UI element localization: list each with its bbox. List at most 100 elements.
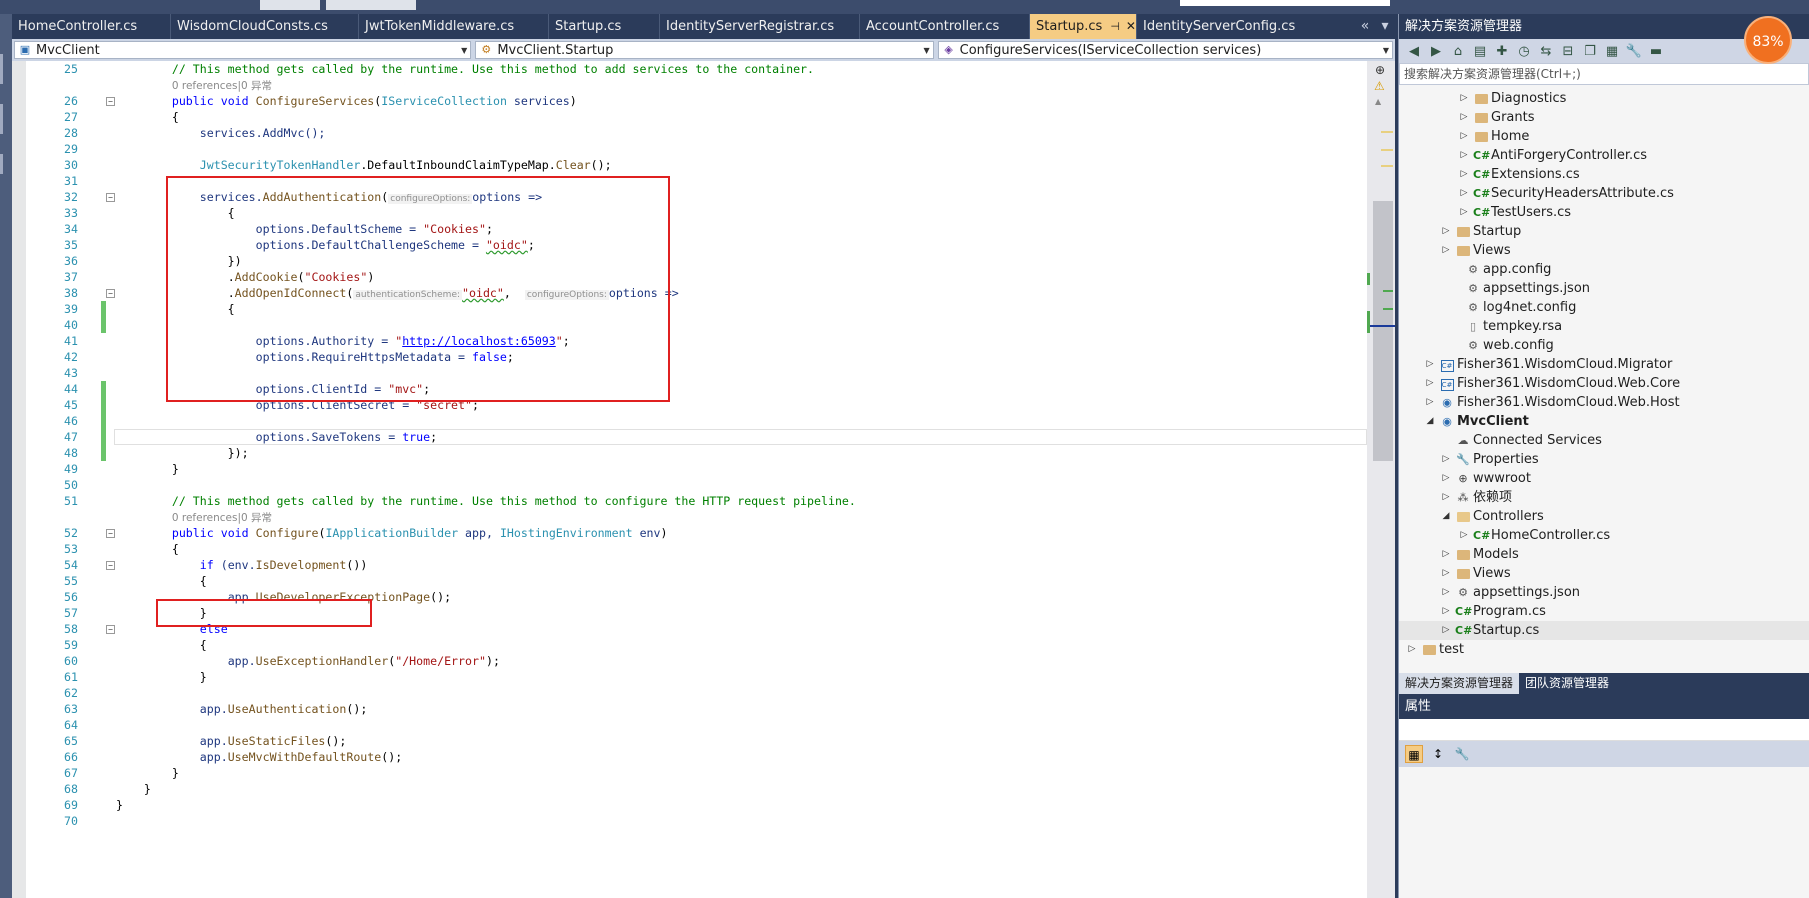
- left-strip-marker[interactable]: [0, 54, 3, 84]
- tree-item-extensions[interactable]: ▷ C# Extensions.cs: [1399, 165, 1809, 184]
- tree-item-controllers[interactable]: ◢ Controllers: [1399, 507, 1809, 526]
- tab-jwttokenmiddleware[interactable]: JwtTokenMiddleware.cs: [359, 14, 549, 39]
- code-line: 51 // This method gets called by the run…: [64, 494, 856, 508]
- tree-item-diagnostics[interactable]: ▷ Diagnostics: [1399, 89, 1809, 108]
- split-icon[interactable]: ⊕: [1375, 63, 1385, 77]
- tree-item-views-mvc[interactable]: ▷ Views: [1399, 564, 1809, 583]
- collapse-icon[interactable]: −: [106, 625, 115, 634]
- csharp-file-icon: C#: [1473, 149, 1491, 162]
- glyph-margin[interactable]: [12, 61, 26, 898]
- tree-item-startup-folder[interactable]: ▷ Startup: [1399, 222, 1809, 241]
- warning-icon[interactable]: ⚠: [1374, 79, 1385, 93]
- tree-item-antiforgerycontroller[interactable]: ▷ C# AntiForgeryController.cs: [1399, 146, 1809, 165]
- tab-controls: « ▾: [1355, 14, 1395, 39]
- code-editor[interactable]: 25 // This method gets called by the run…: [12, 61, 1367, 898]
- tab-overflow-icon[interactable]: «: [1355, 14, 1375, 39]
- expand-icon: ▷: [1426, 397, 1434, 407]
- collapse-all-icon[interactable]: ⊟: [1559, 44, 1577, 59]
- show-all-files-icon[interactable]: ❐: [1581, 44, 1599, 59]
- tab-startup-other[interactable]: Startup.cs: [549, 14, 660, 39]
- left-strip-marker[interactable]: [0, 104, 3, 134]
- tree-item-startup-selected[interactable]: ▷ C# Startup.cs: [1399, 621, 1809, 640]
- collapse-icon[interactable]: −: [106, 289, 115, 298]
- code-line: 63 app.UseAuthentication();: [64, 702, 368, 716]
- tab-wisdomcloudconsts[interactable]: WisdomCloudConsts.cs: [171, 14, 359, 39]
- tab-startup-active[interactable]: Startup.cs ⊣ ✕: [1030, 14, 1137, 39]
- collapse-icon[interactable]: −: [106, 193, 115, 202]
- code-line-current: 47 options.SaveTokens = true;: [26, 429, 1367, 445]
- code-line: 48 });: [64, 445, 249, 461]
- codelens[interactable]: 0 references|0 异常: [172, 80, 272, 92]
- solution-search-input[interactable]: 搜索解决方案资源管理器(Ctrl+;): [1399, 63, 1809, 85]
- authority-link[interactable]: http://localhost:65093: [402, 334, 556, 348]
- switch-views-icon[interactable]: ▤: [1471, 44, 1489, 59]
- tree-item-web-core[interactable]: ▷ C# Fisher361.WisdomCloud.Web.Core: [1399, 374, 1809, 393]
- scrollbar-thumb[interactable]: [1373, 201, 1393, 461]
- tree-item-grants[interactable]: ▷ Grants: [1399, 108, 1809, 127]
- tab-team-explorer[interactable]: 团队资源管理器: [1519, 673, 1615, 694]
- member-dropdown-value: ConfigureServices(IServiceCollection ser…: [959, 42, 1262, 58]
- tab-identityserverconfig[interactable]: IdentityServerConfig.cs: [1137, 14, 1317, 39]
- tree-item-appsettings[interactable]: ⚙ appsettings.json: [1399, 279, 1809, 298]
- tree-item-dependencies[interactable]: ▷ ⁂ 依赖项: [1399, 488, 1809, 507]
- tree-item-appsettings-mvc[interactable]: ▷ ⚙ appsettings.json: [1399, 583, 1809, 602]
- document-tab-bar: HomeController.cs WisdomCloudConsts.cs J…: [12, 14, 1395, 39]
- tab-solution-explorer[interactable]: 解决方案资源管理器: [1399, 673, 1520, 694]
- categorized-icon[interactable]: ▦: [1405, 745, 1423, 763]
- alphabetical-icon[interactable]: ↕: [1429, 745, 1447, 763]
- member-dropdown[interactable]: ◈ ConfigureServices(IServiceCollection s…: [937, 41, 1393, 59]
- preview-icon[interactable]: ▦: [1603, 44, 1621, 59]
- tree-item-test[interactable]: ▷ test: [1399, 640, 1809, 659]
- tree-item-wwwroot[interactable]: ▷ ⊕ wwwroot: [1399, 469, 1809, 488]
- back-icon[interactable]: ◀: [1405, 44, 1423, 59]
- type-dropdown[interactable]: ⚙ MvcClient.Startup ▼: [475, 41, 934, 59]
- code-line: 53 {: [64, 542, 179, 556]
- left-strip-marker[interactable]: [0, 154, 3, 174]
- csharp-file-icon: C#: [1473, 206, 1491, 219]
- properties-icon[interactable]: 🔧: [1625, 44, 1643, 59]
- tab-dropdown-icon[interactable]: ▾: [1375, 14, 1395, 39]
- tree-item-tempkey[interactable]: ▯ tempkey.rsa: [1399, 317, 1809, 336]
- collapse-icon[interactable]: −: [106, 97, 115, 106]
- tree-item-log4net[interactable]: ⚙ log4net.config: [1399, 298, 1809, 317]
- tree-item-views[interactable]: ▷ Views: [1399, 241, 1809, 260]
- file-icon: ▯: [1469, 320, 1477, 333]
- sync-icon[interactable]: ⇆: [1537, 44, 1555, 59]
- project-dropdown[interactable]: ▣ MvcClient ▼: [14, 41, 472, 59]
- forward-icon[interactable]: ▶: [1427, 44, 1445, 59]
- property-pages-icon[interactable]: 🔧: [1453, 745, 1471, 763]
- history-icon[interactable]: ◷: [1515, 44, 1533, 59]
- tab-homecontroller[interactable]: HomeController.cs: [12, 14, 171, 39]
- tree-item-web-config[interactable]: ⚙ web.config: [1399, 336, 1809, 355]
- expand-icon: ▷: [1442, 549, 1450, 559]
- minimize-icon[interactable]: ▬: [1647, 44, 1665, 59]
- properties-object-selector[interactable]: [1399, 719, 1809, 741]
- close-icon[interactable]: ✕: [1126, 14, 1136, 39]
- tree-item-homecontroller[interactable]: ▷ C# HomeController.cs: [1399, 526, 1809, 545]
- tree-item-web-host[interactable]: ▷ ◉ Fisher361.WisdomCloud.Web.Host: [1399, 393, 1809, 412]
- percentage-badge[interactable]: 83%: [1744, 16, 1792, 64]
- tree-item-models[interactable]: ▷ Models: [1399, 545, 1809, 564]
- tab-accountcontroller[interactable]: AccountController.cs: [860, 14, 1030, 39]
- tree-item-program[interactable]: ▷ C# Program.cs: [1399, 602, 1809, 621]
- tree-item-mvcclient[interactable]: ◢ ◉ MvcClient: [1399, 412, 1809, 431]
- tree-item-home[interactable]: ▷ Home: [1399, 127, 1809, 146]
- tree-item-properties[interactable]: ▷ 🔧 Properties: [1399, 450, 1809, 469]
- solution-explorer: 解决方案资源管理器 ◀ ▶ ⌂ ▤ ✚ ◷ ⇆ ⊟ ❐ ▦ 🔧 ▬ 搜索解决方案…: [1398, 14, 1809, 898]
- pin-icon[interactable]: ⊣: [1110, 14, 1120, 39]
- collapse-icon[interactable]: −: [106, 561, 115, 570]
- tab-identityserverregistrar[interactable]: IdentityServerRegistrar.cs: [660, 14, 860, 39]
- tree-item-testusers[interactable]: ▷ C# TestUsers.cs: [1399, 203, 1809, 222]
- codelens[interactable]: 0 references|0 异常: [172, 512, 272, 524]
- collapse-icon[interactable]: −: [106, 529, 115, 538]
- tree-item-connected-services[interactable]: ☁ Connected Services: [1399, 431, 1809, 450]
- tree-item-app-config[interactable]: ⚙ app.config: [1399, 260, 1809, 279]
- tree-item-securityheadersattribute[interactable]: ▷ C# SecurityHeadersAttribute.cs: [1399, 184, 1809, 203]
- scrollbar-marker: [1381, 131, 1393, 133]
- tree-item-migrator[interactable]: ▷ C# Fisher361.WisdomCloud.Migrator: [1399, 355, 1809, 374]
- scroll-up-icon[interactable]: ▲: [1375, 97, 1381, 106]
- editor-vertical-scrollbar[interactable]: ⊕ ⚠ ▲: [1367, 61, 1395, 898]
- home-icon[interactable]: ⌂: [1449, 44, 1467, 59]
- pending-changes-icon[interactable]: ✚: [1493, 44, 1511, 59]
- json-file-icon: ⚙: [1468, 282, 1478, 295]
